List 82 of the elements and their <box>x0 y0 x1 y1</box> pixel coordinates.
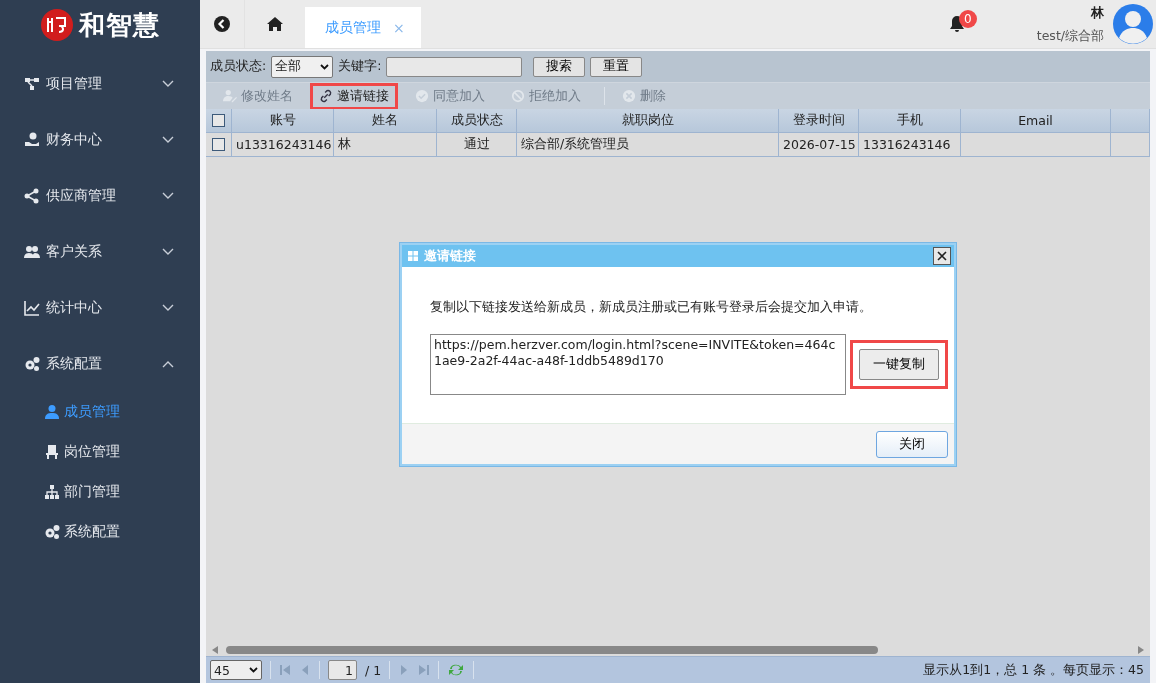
avatar-icon[interactable] <box>1112 3 1154 45</box>
caret-icon <box>249 667 258 673</box>
pagination-summary: 显示从1到1，总 1 条 。每页显示：45 <box>923 661 1145 679</box>
x-circle-icon <box>622 89 636 103</box>
sidebar-subitem[interactable]: 部门管理 <box>0 472 200 512</box>
chevron-icon <box>162 136 174 144</box>
menu-icon <box>24 188 40 204</box>
column-header: Email <box>961 109 1111 133</box>
user-org: test/综合部 <box>1036 27 1104 45</box>
column-header: 账号 <box>232 109 334 133</box>
ban-icon <box>511 89 525 103</box>
link-field[interactable]: https://pem.herzver.com/login.html?scene=INVITE&token=464c1ae9-2a2f-44ac-a48f-1ddb5489d170 <box>430 334 846 395</box>
window-icon <box>408 251 418 261</box>
menu-icon <box>24 244 40 260</box>
sidebar-item[interactable]: 系统配置 <box>0 336 200 392</box>
logo-text: 和智慧 <box>78 8 160 42</box>
table-cell: u13316243146 <box>232 133 334 157</box>
column-header: 姓名 <box>334 109 437 133</box>
chevron-icon <box>162 304 174 312</box>
column-header: 登录时间 <box>779 109 859 133</box>
check-circle-icon <box>415 89 429 103</box>
table-cell <box>1111 133 1150 157</box>
table-cell: 13316243146 <box>859 133 961 157</box>
notification-badge: 0 <box>958 10 977 28</box>
menu-icon <box>24 76 40 92</box>
menu-icon <box>24 132 40 148</box>
sidebar-subitem[interactable]: 系统配置 <box>0 512 200 552</box>
row-checkbox[interactable] <box>212 138 225 151</box>
sidebar-item[interactable]: 统计中心 <box>0 280 200 336</box>
status-select[interactable]: 全部 <box>271 55 334 78</box>
page-total: / 1 <box>365 662 382 678</box>
close-button[interactable]: 关闭 <box>876 430 948 458</box>
column-header: 就职岗位 <box>517 109 779 133</box>
keyword-field[interactable] <box>386 56 523 77</box>
chevron-icon <box>162 80 174 88</box>
table-cell: 林 <box>334 133 437 157</box>
user-edit-icon <box>223 89 237 103</box>
column-header: 手机 <box>859 109 961 133</box>
refresh-icon[interactable] <box>447 662 466 678</box>
page-size-select[interactable]: 45 <box>210 660 262 680</box>
close-icon <box>937 251 947 261</box>
first-page-icon[interactable] <box>279 664 291 676</box>
org-chart-icon <box>44 484 60 500</box>
scroll-right-icon[interactable] <box>1138 646 1144 654</box>
sidebar-item[interactable]: 项目管理 <box>0 56 200 112</box>
caret-icon <box>320 63 330 70</box>
select-all-checkbox[interactable] <box>212 114 225 127</box>
person-icon <box>44 404 60 420</box>
user-name: 林 <box>1091 3 1104 22</box>
sidebar-item[interactable]: 客户关系 <box>0 224 200 280</box>
filter-button[interactable]: 重置 <box>590 56 643 77</box>
scroll-left-icon[interactable] <box>212 646 218 654</box>
sidebar-subitem[interactable]: 岗位管理 <box>0 432 200 472</box>
last-page-icon[interactable] <box>418 664 431 676</box>
chevron-icon <box>162 360 174 368</box>
home-icon[interactable] <box>266 16 284 32</box>
page-field[interactable]: 1 <box>328 660 357 680</box>
scrollbar-thumb[interactable] <box>226 646 878 654</box>
dialog-title: 邀请链接 <box>424 247 477 265</box>
chevron-icon <box>162 248 174 256</box>
chair-icon <box>44 444 60 460</box>
table-cell: 综合部/系统管理员 <box>517 133 779 157</box>
copy-button[interactable]: 一键复制 <box>859 349 939 380</box>
table-cell: 2026-07-15 <box>779 133 859 157</box>
gears-icon <box>44 524 60 540</box>
dialog-message: 复制以下链接发送给新成员，新成员注册或已有账号登录后会提交加入申请。 <box>430 299 873 316</box>
table-cell: 通过 <box>437 133 517 157</box>
sidebar-item[interactable]: 财务中心 <box>0 112 200 168</box>
sidebar-subitem[interactable]: 成员管理 <box>0 392 200 432</box>
logo-icon <box>40 9 73 41</box>
status-label: 成员状态: <box>210 58 267 75</box>
close-button[interactable] <box>933 247 951 265</box>
column-header: 成员状态 <box>437 109 517 133</box>
sidebar-item[interactable]: 供应商管理 <box>0 168 200 224</box>
column-header <box>1111 109 1150 133</box>
link-icon <box>319 89 333 103</box>
keyword-label: 关键字: <box>338 58 382 75</box>
menu-icon <box>24 356 40 372</box>
menu-icon <box>24 300 40 316</box>
back-icon[interactable] <box>214 16 230 32</box>
filter-button[interactable]: 搜索 <box>533 56 586 77</box>
chevron-icon <box>162 192 174 200</box>
